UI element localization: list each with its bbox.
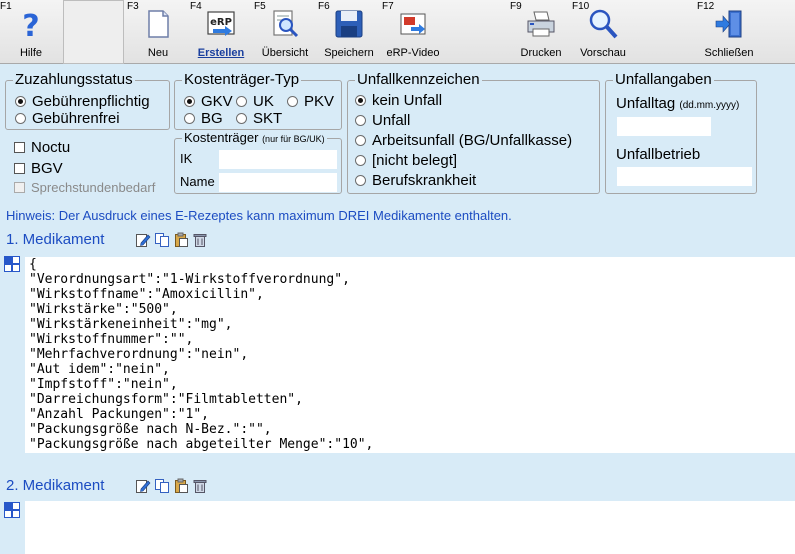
printer-icon [527,11,555,37]
ik-input[interactable] [219,150,337,169]
radio-unfall[interactable]: Unfall [355,112,410,129]
paste-icon[interactable] [173,478,189,494]
medikament-2-json-text[interactable] [25,501,795,554]
erp-video-icon [400,13,426,35]
radio-indicator[interactable] [355,95,366,106]
close-button[interactable]: F12 Schließen [697,0,761,64]
json-line: "Mehrfachverordnung":"nein", [29,347,249,362]
json-line: "Wirkstärkeneinheit":"mg", [29,317,233,332]
radio-indicator[interactable] [15,96,26,107]
json-line: "Packungsgröße Einheit":"Stück", [29,452,279,453]
exit-door-icon [715,10,742,38]
radio-bg[interactable]: BG [184,110,223,127]
checkbox-box[interactable] [14,163,25,174]
json-line: "Wirkstoffname":"Amoxicillin", [29,287,264,302]
radio-indicator[interactable] [236,113,247,124]
edit-icon[interactable] [135,478,151,494]
unfallangaben-group: Unfallangaben Unfalltag (dd.mm.yyyy) Unf… [605,72,757,194]
preview-button[interactable]: F10 Vorschau [572,0,634,64]
radio-indicator[interactable] [355,175,366,186]
svg-text:?: ? [22,9,39,40]
delete-trash-icon[interactable] [192,232,208,248]
json-line: "Aut idem":"nein", [29,362,170,377]
create-button[interactable]: F4 eRP Erstellen [190,0,252,64]
zuzahlungsstatus-group: Zuzahlungsstatus Gebührenpflichtig Gebüh… [5,72,170,130]
json-line: "Impfstoff":"nein", [29,377,178,392]
medikament-1-table-icon[interactable] [4,256,20,272]
radio-indicator[interactable] [184,96,195,107]
unfalltag-input[interactable] [617,117,711,136]
checkbox-noctu[interactable]: Noctu [14,139,70,156]
save-disk-icon [335,10,363,38]
checkbox-box[interactable] [14,182,25,193]
radio-nicht-belegt[interactable]: [nicht belegt] [355,152,457,169]
preview-magnifier-icon [589,9,618,39]
help-question-icon: ? [22,9,39,40]
checkbox-box[interactable] [14,142,25,153]
checkbox-sprechstundenbedarf[interactable]: Sprechstundenbedarf [14,179,155,196]
unfallkennzeichen-group: Unfallkennzeichen kein Unfall Unfall Arb… [347,72,600,194]
erp-create-icon: eRP [207,11,235,36]
radio-indicator[interactable] [184,113,195,124]
svg-text:eRP: eRP [210,17,232,28]
medikament-1-actions [135,232,208,248]
checkbox-bgv[interactable]: BGV [14,160,63,177]
radio-arbeitsunfall[interactable]: Arbeitsunfall (BG/Unfallkasse) [355,132,572,149]
paste-icon[interactable] [173,232,189,248]
json-line: "Darreichungsform":"Filmtabletten", [29,392,303,407]
json-line: "Wirkstärke":"500", [29,302,178,317]
json-line: "Packungsgröße nach abgeteilter Menge":"… [29,437,374,452]
radio-kein-unfall[interactable]: kein Unfall [355,92,442,109]
radio-pkv[interactable]: PKV [287,93,334,110]
unfallbetrieb-input[interactable] [617,167,752,186]
medikament-1-json-text[interactable]: { "Verordnungsart":"1-Wirkstoffverordnun… [25,257,795,453]
save-button[interactable]: F6 Speichern [318,0,380,64]
radio-gkv[interactable]: GKV [184,93,233,110]
radio-indicator[interactable] [236,96,247,107]
json-line: "Wirkstoffnummer":"", [29,332,194,347]
radio-uk[interactable]: UK [236,93,274,110]
kostentraeger-typ-group: Kostenträger-Typ GKV UK PKV BG SKT [174,72,342,130]
radio-gebuehrenfrei[interactable]: Gebührenfrei [15,110,120,127]
json-line: "Anzahl Packungen":"1", [29,407,210,422]
json-line: { [29,257,37,272]
radio-skt[interactable]: SKT [236,110,282,127]
help-button[interactable]: F1 ? Hilfe [0,0,62,64]
radio-indicator[interactable] [355,155,366,166]
delete-trash-icon[interactable] [192,478,208,494]
radio-indicator[interactable] [15,113,26,124]
radio-berufskrankheit[interactable]: Berufskrankheit [355,172,476,189]
blank-button[interactable] [63,0,124,64]
print-hint: Hinweis: Der Ausdruck eines E-Rezeptes k… [6,208,512,223]
erp-video-button[interactable]: F7 eRP-Video [382,0,444,64]
print-button[interactable]: F9 Drucken [510,0,572,64]
new-document-icon [148,10,169,38]
medikament-2-actions [135,478,208,494]
medikament-2-table-icon[interactable] [4,502,20,518]
kostentraeger-group: Kostenträger (nur für BG/UK) IK Name [174,130,342,194]
radio-indicator[interactable] [355,115,366,126]
new-button[interactable]: F3 Neu [127,0,189,64]
medikament-1-title: 1. Medikament [6,231,105,248]
radio-indicator[interactable] [287,96,298,107]
copy-icon[interactable] [154,232,170,248]
medikament-1-json-content: { "Verordnungsart":"1-Wirkstoffverordnun… [25,257,795,453]
json-line: "Packungsgröße nach N-Bez.":"", [29,422,272,437]
radio-indicator[interactable] [355,135,366,146]
name-input[interactable] [219,173,337,192]
radio-gebuehrenpflichtig[interactable]: Gebührenpflichtig [15,93,150,110]
overview-button[interactable]: F5 Übersicht [254,0,316,64]
medikament-2-title: 2. Medikament [6,477,105,494]
copy-icon[interactable] [154,478,170,494]
edit-icon[interactable] [135,232,151,248]
json-line: "Verordnungsart":"1-Wirkstoffverordnung"… [29,272,350,287]
toolbar: F1 ? Hilfe F3 Neu F4 eRP Erstellen F5 Üb… [0,0,795,64]
overview-magnifier-icon [273,10,299,38]
